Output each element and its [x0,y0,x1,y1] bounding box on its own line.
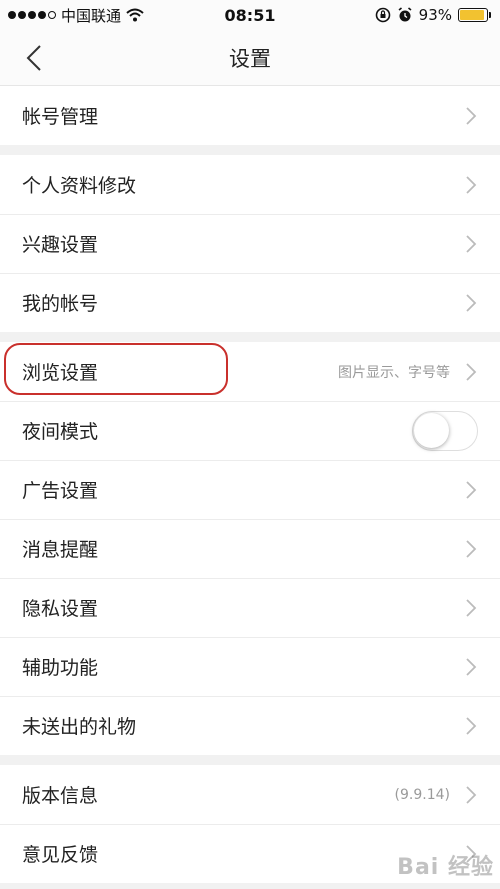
row-label: 隐私设置 [22,598,99,620]
settings-row-account-management[interactable]: 帐号管理 [0,86,500,145]
chevron-right-icon [466,785,477,804]
chevron-right-icon [466,716,477,735]
chevron-right-icon [466,175,477,194]
battery-icon [458,8,491,22]
rotation-lock-icon [375,7,390,23]
row-label: 辅助功能 [22,657,99,679]
chevron-right-icon [466,480,477,499]
settings-row-interests[interactable]: 兴趣设置 [0,214,500,273]
nav-bar: 设置 [0,30,500,86]
row-label: 版本信息 [22,785,99,807]
settings-row-night-mode: 夜间模式 [0,401,500,460]
page-title: 设置 [229,46,271,71]
chevron-right-icon [466,293,477,312]
signal-icon [8,11,56,19]
row-hint: 图片显示、字号等 [338,364,450,381]
settings-row-accessibility[interactable]: 辅助功能 [0,637,500,696]
version-number: (9.9.14) [394,786,450,803]
status-time: 08:51 [224,5,276,25]
row-label: 浏览设置 [22,362,99,384]
section-gap [0,145,500,155]
settings-row-unsent-gifts[interactable]: 未送出的礼物 [0,696,500,755]
settings-row-browse[interactable]: 浏览设置 图片显示、字号等 [0,342,500,401]
row-label: 我的帐号 [22,293,99,315]
row-label: 个人资料修改 [22,175,137,197]
group-account: 帐号管理 [0,86,500,145]
status-bar: 中国联通 08:51 93% [0,0,500,30]
settings-row-profile-edit[interactable]: 个人资料修改 [0,155,500,214]
chevron-right-icon [466,598,477,617]
settings-row-notifications[interactable]: 消息提醒 [0,519,500,578]
back-arrow-icon[interactable] [20,43,50,73]
toggle-knob [414,412,449,448]
group-preferences: 浏览设置 图片显示、字号等 夜间模式 广告设置 消息提醒 隐私设置 辅助功能 未… [0,342,500,755]
row-label: 帐号管理 [22,106,99,128]
group-profile: 个人资料修改 兴趣设置 我的帐号 [0,155,500,332]
row-label: 广告设置 [22,480,99,502]
carrier-name: 中国联通 [61,6,122,25]
settings-row-ads[interactable]: 广告设置 [0,460,500,519]
chevron-right-icon [466,234,477,253]
battery-percent: 93% [418,6,452,24]
row-label: 消息提醒 [22,539,99,561]
settings-row-version[interactable]: 版本信息 (9.9.14) [0,765,500,824]
section-gap [0,332,500,342]
battery-fill [460,10,485,20]
wifi-icon [126,8,144,22]
section-gap [0,755,500,765]
settings-row-privacy[interactable]: 隐私设置 [0,578,500,637]
row-label: 夜间模式 [22,421,99,443]
row-label: 兴趣设置 [22,234,99,256]
chevron-right-icon [466,362,477,381]
status-right: 93% [375,6,491,24]
alarm-icon [398,7,412,22]
watermark-logo: Bai 经验 [397,855,494,880]
chevron-right-icon [466,106,477,125]
night-mode-toggle[interactable] [412,410,478,451]
row-label: 未送出的礼物 [22,716,137,738]
status-left: 中国联通 [8,5,144,26]
settings-row-my-account[interactable]: 我的帐号 [0,273,500,332]
chevron-right-icon [466,657,477,676]
chevron-right-icon [466,539,477,558]
